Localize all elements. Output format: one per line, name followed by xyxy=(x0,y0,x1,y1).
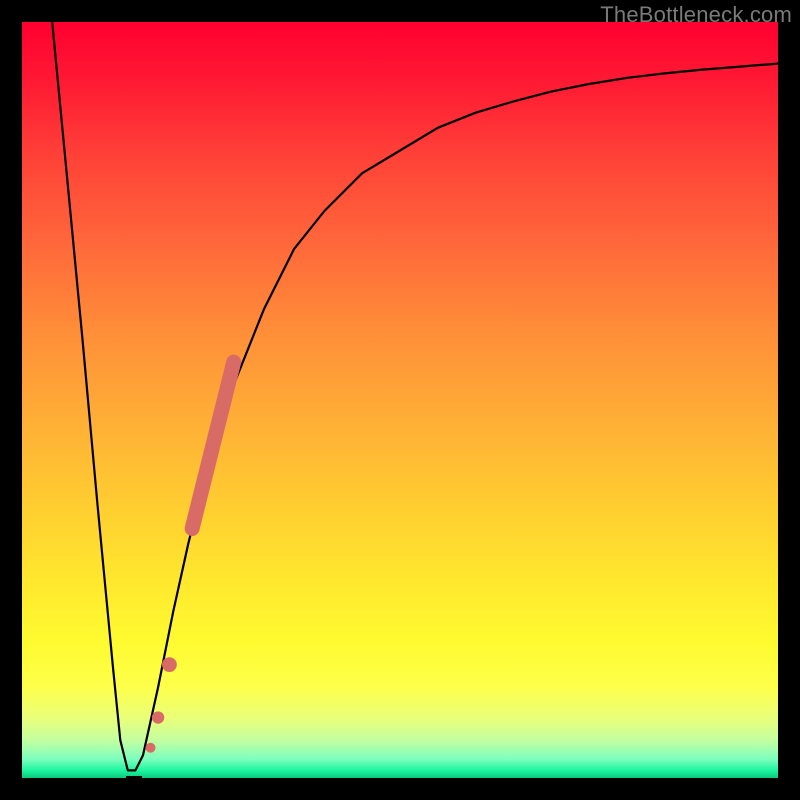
chart-frame: TheBottleneck.com xyxy=(0,0,800,800)
plot-area xyxy=(22,22,778,778)
bottleneck-curve xyxy=(52,22,778,770)
watermark-text: TheBottleneck.com xyxy=(600,2,792,28)
chart-svg xyxy=(22,22,778,778)
curve-notch xyxy=(126,776,142,778)
highlighted-range xyxy=(192,362,234,528)
